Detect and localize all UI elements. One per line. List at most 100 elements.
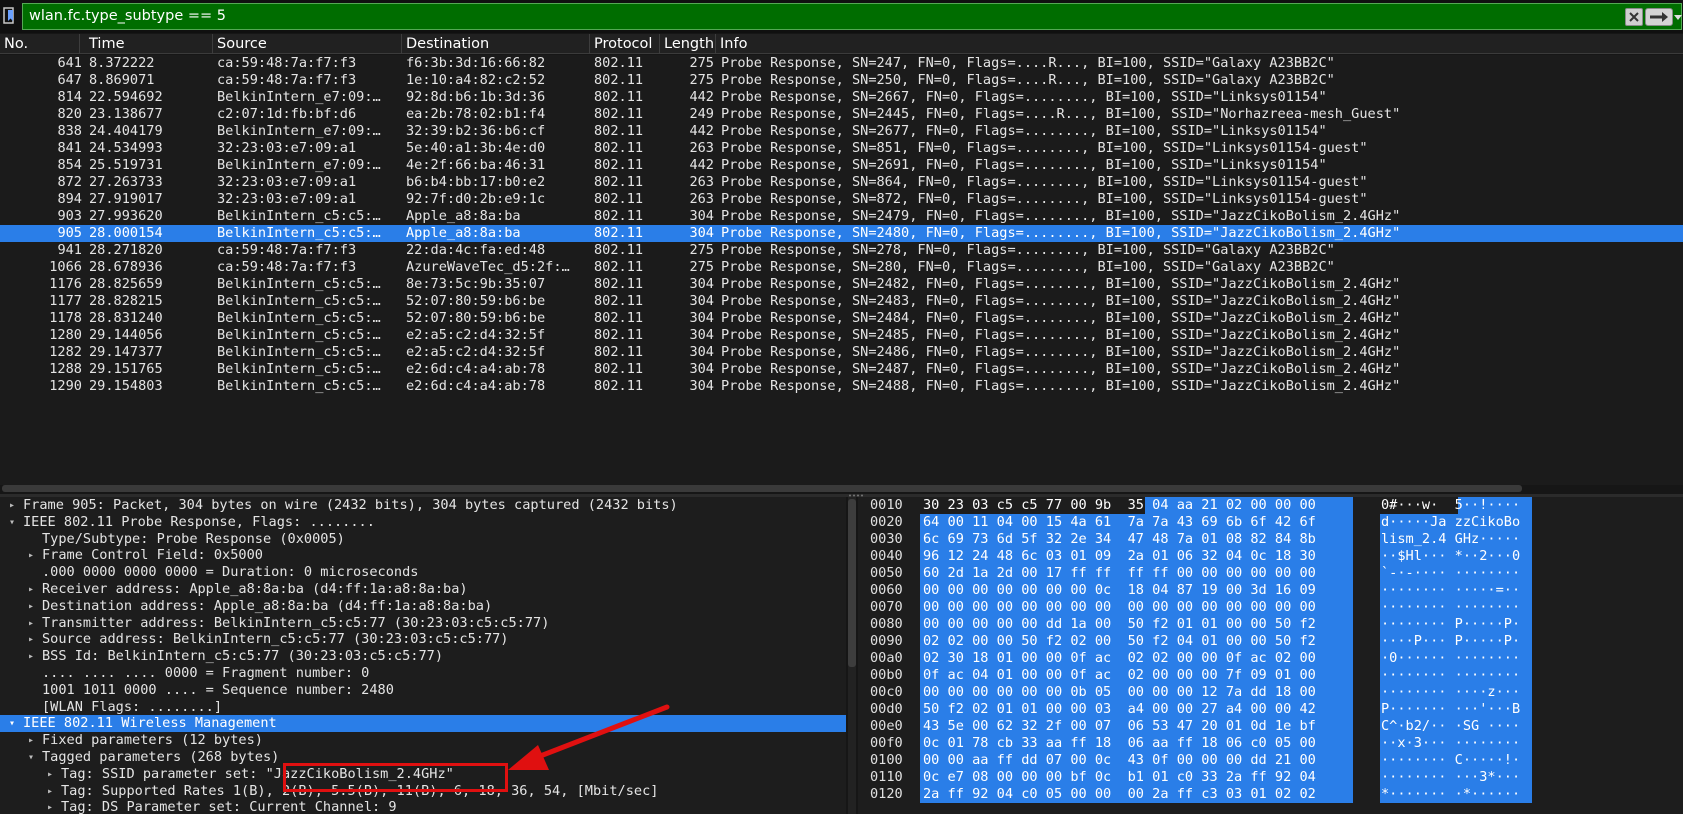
collapse-arrow-icon[interactable]: ▾ (6, 715, 18, 732)
packet-row[interactable]: 1177 28.828215 BelkinIntern_c5:c5:… 52:07:8… (0, 293, 1683, 310)
detail-row[interactable]: 1001 1011 0000 .... = Sequence number: 2… (0, 682, 846, 699)
packet-row[interactable]: 838 24.404179 BelkinIntern_e7:09:… 32:39:b2… (0, 123, 1683, 140)
packet-row[interactable]: 1290 29.154803 BelkinIntern_c5:c5:… e2:6d:c… (0, 378, 1683, 395)
apply-filter-button[interactable] (1645, 8, 1673, 26)
hex-bytes[interactable]: 0c e7 08 00 00 00 bf 0c b1 01 c0 33 2a f… (920, 769, 1353, 786)
hex-bytes[interactable]: 0f ac 04 01 00 00 0f ac 02 00 00 00 7f 0… (920, 667, 1353, 684)
hex-bytes[interactable]: 43 5e 00 62 32 2f 00 07 06 53 47 20 01 0… (920, 718, 1353, 735)
detail-row[interactable]: .000 0000 0000 0000 = Duration: 0 micros… (0, 564, 846, 581)
detail-row[interactable]: ▸ BSS Id: BelkinIntern_c5:c5:77 (30:23:03… (0, 648, 846, 665)
column-header-protocol[interactable]: Protocol (590, 34, 660, 54)
detail-row[interactable]: ▸ Receiver address: Apple_a8:8a:ba (d4:ff… (0, 581, 846, 598)
packet-row[interactable]: 1280 29.144056 BelkinIntern_c5:c5:… e2:a5:c… (0, 327, 1683, 344)
clear-filter-button[interactable] (1625, 8, 1643, 26)
hex-ascii[interactable]: `-·-···· ········ (1380, 565, 1532, 582)
detail-row[interactable]: ▸ Frame Control Field: 0x5000 (0, 547, 846, 564)
hex-ascii[interactable]: lism_2.4 GHz····· (1380, 531, 1532, 548)
expand-arrow-icon[interactable]: ▸ (25, 615, 37, 632)
hex-ascii[interactable]: ········ ····z··· (1380, 684, 1532, 701)
expand-arrow-icon[interactable]: ▸ (25, 581, 37, 598)
hex-bytes[interactable]: 64 00 11 04 00 15 4a 61 7a 7a 43 69 6b 6… (920, 514, 1353, 531)
expand-arrow-icon[interactable]: ▸ (44, 766, 56, 783)
hex-bytes[interactable]: 50 f2 02 01 01 00 00 03 a4 00 00 27 a4 0… (920, 701, 1353, 718)
hex-ascii[interactable]: ········ P·····P· (1380, 616, 1532, 633)
packet-row[interactable]: 647 8.869071 ca:59:48:7a:f7:f3 1e:10:a4:82:… (0, 72, 1683, 89)
expand-arrow-icon[interactable]: ▸ (25, 598, 37, 615)
details-vertical-scrollbar[interactable] (848, 497, 856, 814)
packet-row[interactable]: 641 8.372222 ca:59:48:7a:f7:f3 f6:3b:3d:16:… (0, 55, 1683, 72)
packet-row[interactable]: 1176 28.825659 BelkinIntern_c5:c5:… 8e:73:5… (0, 276, 1683, 293)
hex-ascii[interactable]: ········ ···3*··· (1380, 769, 1532, 786)
column-header-destination[interactable]: Destination (402, 34, 590, 54)
hex-bytes[interactable]: 02 30 18 01 00 00 0f ac 02 02 00 00 0f a… (920, 650, 1353, 667)
hex-ascii[interactable]: d·····Ja zzCikoBo (1380, 514, 1532, 531)
packet-row[interactable]: 854 25.519731 BelkinIntern_e7:09:… 4e:2f:66… (0, 157, 1683, 174)
hex-ascii[interactable]: ········ C·····!· (1380, 752, 1532, 769)
hex-ascii[interactable]: ········ ········ (1380, 667, 1532, 684)
column-header-no[interactable]: No. (0, 34, 80, 54)
packet-row[interactable]: 814 22.594692 BelkinIntern_e7:09:… 92:8d:b6… (0, 89, 1683, 106)
packet-row[interactable]: 820 23.138677 c2:07:1d:fb:bf:d6 ea:2b:78:02… (0, 106, 1683, 123)
expand-arrow-icon[interactable]: ▸ (25, 732, 37, 749)
hex-bytes[interactable]: 00 00 00 00 00 dd 1a 00 50 f2 01 01 00 0… (920, 616, 1353, 633)
column-header-source[interactable]: Source (213, 34, 402, 54)
packet-row[interactable]: 1288 29.151765 BelkinIntern_c5:c5:… e2:6d:c… (0, 361, 1683, 378)
column-header-length[interactable]: Length (660, 34, 716, 54)
packet-list[interactable]: 641 8.372222 ca:59:48:7a:f7:f3 f6:3b:3d:16:… (0, 55, 1683, 485)
hex-bytes[interactable]: 2a ff 92 04 c0 05 00 00 00 2a ff c3 03 0… (920, 786, 1353, 803)
detail-row[interactable]: [WLAN Flags: ........] (0, 699, 846, 716)
packet-row-selected[interactable]: 905 28.000154 BelkinIntern_c5:c5:… Apple_a8… (0, 225, 1683, 242)
hex-bytes[interactable]: 00 00 00 00 00 00 00 0c 18 04 87 19 00 3… (920, 582, 1353, 599)
hex-ascii[interactable]: ·0······ ········ (1380, 650, 1532, 667)
collapse-arrow-icon[interactable]: ▾ (25, 749, 37, 766)
expand-arrow-icon[interactable]: ▸ (6, 497, 18, 514)
detail-row[interactable]: .... .... .... 0000 = Fragment number: 0 (0, 665, 846, 682)
detail-row-selected[interactable]: ▾ IEEE 802.11 Wireless Management (0, 715, 846, 733)
details-scrollbar-thumb[interactable] (848, 499, 856, 667)
packet-row[interactable]: 894 27.919017 32:23:03:e7:09:a1 92:7f:d0:2b… (0, 191, 1683, 208)
expand-arrow-icon[interactable]: ▸ (25, 631, 37, 648)
hex-ascii[interactable]: ····P··· P·····P· (1380, 633, 1532, 650)
packet-bytes-pane[interactable]: 0010 30 23 03 c5 c5 77 00 9b 35 04 aa 21 … (858, 497, 1683, 814)
hex-bytes[interactable]: 30 23 03 c5 c5 77 00 9b 35 04 aa 21 02 0… (920, 497, 1353, 514)
detail-row[interactable]: ▸ Source address: BelkinIntern_c5:c5:77 (… (0, 631, 846, 648)
hex-bytes[interactable]: 02 02 00 00 50 f2 02 00 50 f2 04 01 00 0… (920, 633, 1353, 650)
collapse-arrow-icon[interactable]: ▾ (6, 514, 18, 531)
detail-row[interactable]: ▸ Destination address: Apple_a8:8a:ba (d4… (0, 598, 846, 615)
packet-list-horizontal-scrollbar[interactable] (2, 485, 1522, 492)
hex-ascii[interactable]: C^·b2/·· ·SG ···· (1380, 718, 1532, 735)
hex-ascii[interactable]: ········ ·····=·· (1380, 582, 1532, 599)
bookmark-filter-icon[interactable] (2, 6, 22, 28)
hex-bytes[interactable]: 00 00 aa ff dd 07 00 0c 43 0f 00 00 00 d… (920, 752, 1353, 769)
filter-history-dropdown[interactable] (1673, 8, 1683, 26)
expand-arrow-icon[interactable]: ▸ (44, 783, 56, 800)
packet-row[interactable]: 1282 29.147377 BelkinIntern_c5:c5:… e2:a5:c… (0, 344, 1683, 361)
detail-row[interactable]: ▾ IEEE 802.11 Probe Response, Flags: ....… (0, 514, 846, 531)
packet-row[interactable]: 1178 28.831240 BelkinIntern_c5:c5:… 52:07:8… (0, 310, 1683, 327)
hex-bytes[interactable]: 0c 01 78 cb 33 aa ff 18 06 aa ff 18 06 c… (920, 735, 1353, 752)
packet-row[interactable]: 872 27.263733 32:23:03:e7:09:a1 b6:b4:bb:17… (0, 174, 1683, 191)
hex-ascii[interactable]: *······· ·*······ (1380, 786, 1532, 803)
hex-bytes[interactable]: 6c 69 73 6d 5f 32 2e 34 47 48 7a 01 08 8… (920, 531, 1353, 548)
detail-row[interactable]: ▸ Tag: DS Parameter set: Current Channel:… (0, 799, 846, 814)
packet-row[interactable]: 1066 28.678936 ca:59:48:7a:f7:f3 AzureWaveT… (0, 259, 1683, 276)
detail-row[interactable]: Type/Subtype: Probe Response (0x0005) (0, 531, 846, 548)
hex-bytes[interactable]: 96 12 24 48 6c 03 01 09 2a 01 06 32 04 0… (920, 548, 1353, 565)
hex-bytes[interactable]: 00 00 00 00 00 00 00 00 00 00 00 00 00 0… (920, 599, 1353, 616)
packet-row[interactable]: 903 27.993620 BelkinIntern_c5:c5:… Apple_a8… (0, 208, 1683, 225)
hex-ascii[interactable]: ········ ········ (1380, 599, 1532, 616)
column-header-time[interactable]: Time (85, 34, 213, 54)
display-filter-input[interactable]: wlan.fc.type_subtype == 5 (22, 3, 1682, 30)
column-header-info[interactable]: Info (716, 34, 1683, 54)
detail-row[interactable]: ▸ Transmitter address: BelkinIntern_c5:c5… (0, 615, 846, 632)
expand-arrow-icon[interactable]: ▸ (25, 547, 37, 564)
hex-ascii[interactable]: P······· ···'···B (1380, 701, 1532, 718)
packet-row[interactable]: 941 28.271820 ca:59:48:7a:f7:f3 22:da:4c:fa… (0, 242, 1683, 259)
hex-bytes[interactable]: 00 00 00 00 00 00 0b 05 00 00 00 12 7a d… (920, 684, 1353, 701)
hex-ascii[interactable]: ··$Hl··· *··2···0 (1380, 548, 1532, 565)
hex-ascii[interactable]: 0#···w· 5··!···· (1380, 497, 1532, 514)
expand-arrow-icon[interactable]: ▸ (44, 799, 56, 814)
expand-arrow-icon[interactable]: ▸ (25, 648, 37, 665)
packet-row[interactable]: 841 24.534993 32:23:03:e7:09:a1 5e:40:a1:3b… (0, 140, 1683, 157)
hex-bytes[interactable]: 60 2d 1a 2d 00 17 ff ff ff ff 00 00 00 0… (920, 565, 1353, 582)
